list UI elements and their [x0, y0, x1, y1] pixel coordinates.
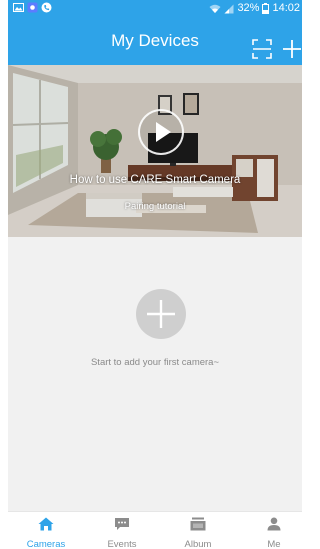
nav-label: Album [184, 539, 212, 549]
plus-icon [147, 300, 175, 328]
app-frame: 32% 14:02 My Devices How to use CARE Sma… [8, 0, 302, 549]
nav-label: Events [107, 539, 137, 549]
battery-percent: 32% [237, 2, 260, 14]
plus-icon[interactable] [282, 38, 302, 60]
app-icon [27, 2, 38, 13]
home-icon [38, 517, 54, 531]
message-icon [115, 518, 129, 530]
tutorial-banner[interactable]: How to use CARE Smart Camera Pairing tut… [8, 65, 302, 237]
wifi-icon [209, 4, 221, 13]
app-bar: My Devices [8, 17, 302, 65]
play-button[interactable] [138, 109, 184, 155]
empty-state-text: Start to add your first camera~ [90, 357, 220, 368]
signal-icon [224, 4, 234, 13]
phone-icon [41, 2, 52, 13]
nav-events[interactable]: Events [92, 512, 152, 549]
banner-title: How to use CARE Smart Camera [69, 174, 241, 186]
status-left-icons [13, 2, 52, 13]
nav-me[interactable]: Me [244, 512, 302, 549]
status-bar: 32% 14:02 [8, 0, 302, 17]
play-icon [156, 122, 171, 142]
nav-label: Cameras [26, 539, 66, 549]
bottom-nav: Cameras Events Album Me [8, 511, 302, 549]
banner-subtitle: Pairing tutorial [124, 201, 186, 212]
nav-cameras[interactable]: Cameras [16, 512, 76, 549]
nav-album[interactable]: Album [168, 512, 228, 549]
image-icon [13, 3, 24, 12]
album-icon [190, 517, 206, 531]
add-camera-button[interactable] [136, 289, 186, 339]
scan-icon[interactable] [252, 39, 272, 59]
status-right: 32% 14:02 [209, 2, 300, 15]
battery-icon [262, 3, 270, 14]
clock: 14:02 [272, 2, 300, 14]
person-icon [267, 517, 281, 531]
nav-label: Me [267, 539, 281, 549]
